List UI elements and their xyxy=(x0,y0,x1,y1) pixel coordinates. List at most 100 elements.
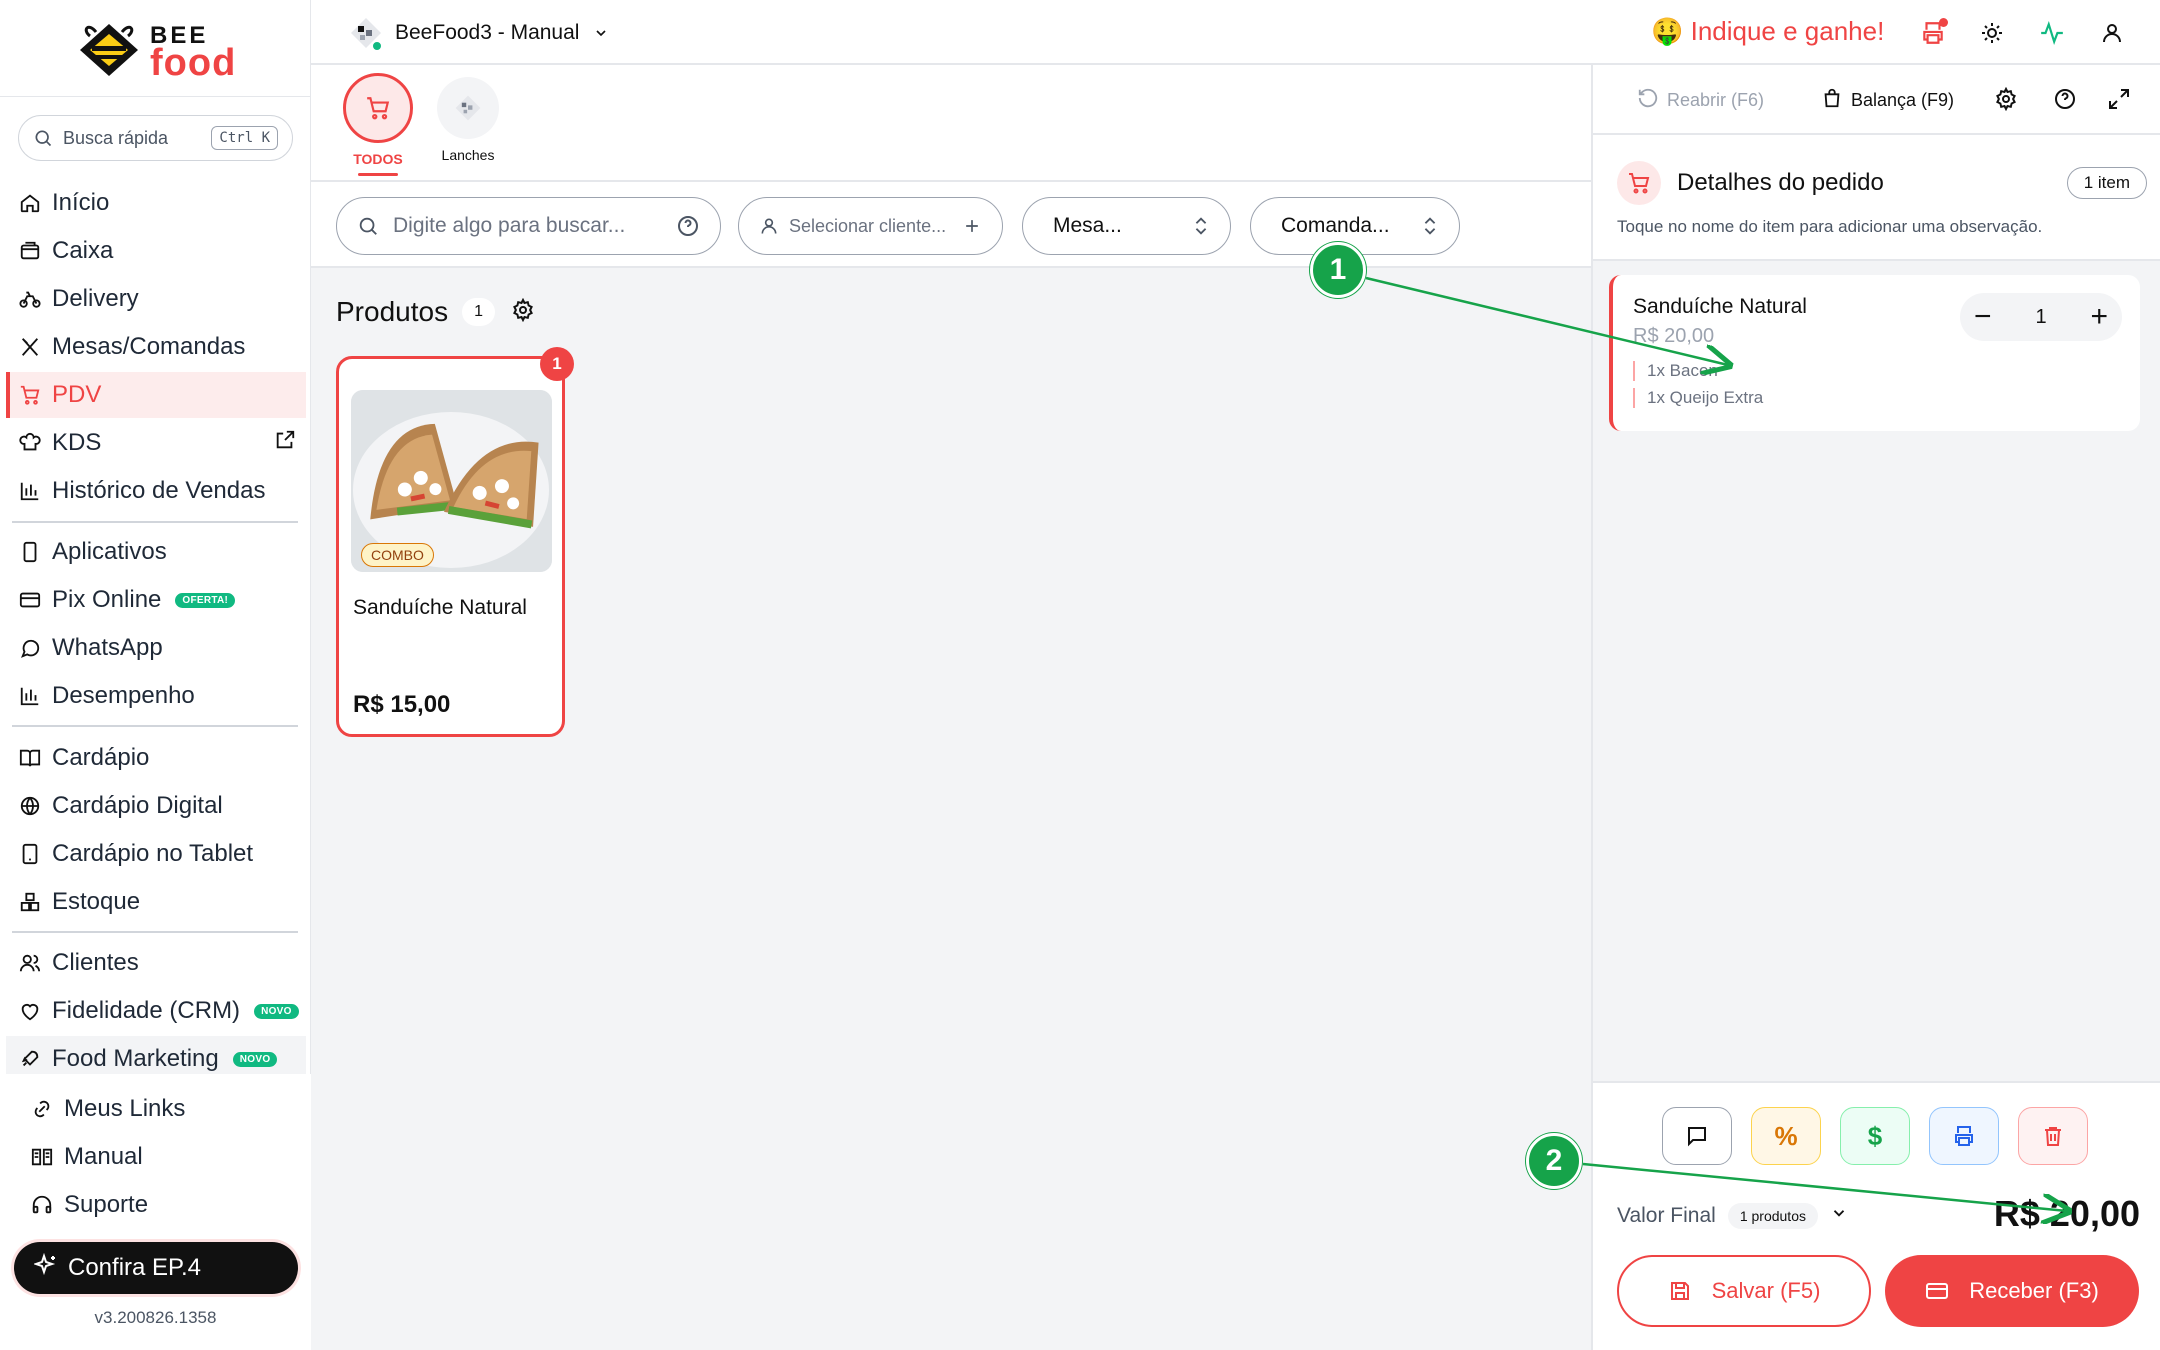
sidebar-item-desempenho[interactable]: Desempenho xyxy=(6,673,306,719)
minus-button[interactable]: − xyxy=(1974,302,1992,332)
store-logo-icon xyxy=(455,95,481,121)
sidebar-item-label: Fidelidade (CRM) xyxy=(52,997,241,1024)
referral-link[interactable]: 🤑 Indique e ganhe! xyxy=(1651,16,1884,47)
sidebar-item-caixa[interactable]: Caixa xyxy=(6,228,306,274)
sidebar-item-label: Caixa xyxy=(52,237,114,264)
sidebar-item-estoque[interactable]: Estoque xyxy=(6,879,306,925)
chevron-up-down-icon xyxy=(1424,217,1436,235)
sidebar-item-label: Histórico de Vendas xyxy=(52,477,266,504)
product-card[interactable]: 1 COMBO Sanduíche Natural R$ 15,00 xyxy=(336,347,574,737)
bike-icon xyxy=(16,285,44,313)
sidebar-item-clientes[interactable]: Clientes xyxy=(6,940,306,986)
sparkles-icon xyxy=(32,1252,58,1284)
receive-button[interactable]: Receber (F3) xyxy=(1885,1255,2139,1327)
table-selector-placeholder: Mesa... xyxy=(1053,214,1122,237)
divider xyxy=(12,931,298,933)
sidebar-item-label: Delivery xyxy=(52,285,139,312)
chevron-up-down-icon xyxy=(1195,217,1207,235)
shopping-bag-icon xyxy=(1821,87,1843,114)
product-name: Sanduíche Natural xyxy=(353,596,527,619)
gear-icon[interactable] xyxy=(1994,87,2018,111)
rocket-icon xyxy=(16,1045,44,1073)
quantity-value: 1 xyxy=(2035,305,2047,328)
order-item-name[interactable]: Sanduíche Natural xyxy=(1633,295,1807,319)
sidebar-item-manual[interactable]: Manual xyxy=(18,1134,318,1180)
print-button[interactable] xyxy=(1929,1107,1999,1165)
sidebar-item-mesas-comandas[interactable]: Mesas/Comandas xyxy=(6,324,306,370)
gear-icon[interactable] xyxy=(511,297,535,327)
sun-icon[interactable] xyxy=(1977,18,2007,48)
product-price: R$ 15,00 xyxy=(353,691,451,718)
table-selector[interactable]: Mesa... xyxy=(1022,197,1231,255)
sidebar-item-label: Cardápio xyxy=(52,744,150,771)
sidebar-item-label: Início xyxy=(52,189,110,216)
new-badge: NOVO xyxy=(254,1003,299,1019)
search-icon xyxy=(35,130,52,147)
filter-bar: Digite algo para buscar... Selecionar cl… xyxy=(311,182,1591,268)
category-icon xyxy=(343,73,413,143)
tab-selector-placeholder: Comanda... xyxy=(1281,214,1390,237)
delete-button[interactable] xyxy=(2018,1107,2088,1165)
promo-button[interactable]: Confira EP.4 xyxy=(14,1242,298,1294)
notification-dot xyxy=(1939,18,1948,27)
reopen-button[interactable]: Reabrir (F6) xyxy=(1637,87,1764,114)
order-items-list: Sanduíche Natural R$ 20,00 1x Bacon 1x Q… xyxy=(1593,261,2160,1081)
sidebar-item-kds[interactable]: KDS xyxy=(6,420,306,466)
app-version: v3.200826.1358 xyxy=(94,1308,217,1327)
plus-icon[interactable] xyxy=(962,216,982,236)
printer-icon[interactable] xyxy=(1918,18,1948,48)
search-icon xyxy=(359,217,377,235)
sidebar-item-pdv[interactable]: PDV xyxy=(6,372,306,418)
sidebar-item-delivery[interactable]: Delivery xyxy=(6,276,306,322)
category-todos[interactable]: TODOS xyxy=(333,73,423,176)
quick-search-input[interactable]: Busca rápida Ctrl K xyxy=(18,115,293,161)
help-icon[interactable] xyxy=(2053,87,2077,111)
smartphone-icon xyxy=(16,538,44,566)
chevron-down-icon[interactable] xyxy=(1830,1204,1848,1228)
sidebar-item-label: Estoque xyxy=(52,888,141,915)
sidebar-item-fidelidade-crm[interactable]: Fidelidade (CRM) NOVO xyxy=(6,988,306,1034)
annotation-marker: 2 xyxy=(1526,1133,1582,1189)
sidebar-item-whatsapp[interactable]: WhatsApp xyxy=(6,625,306,671)
client-selector[interactable]: Selecionar cliente... xyxy=(738,197,1003,255)
cart-quantity-badge: 1 xyxy=(540,347,574,381)
discount-button[interactable]: % xyxy=(1751,1107,1821,1165)
bee-logo-icon xyxy=(80,24,138,76)
sidebar-item-label: Cardápio no Tablet xyxy=(52,840,254,867)
external-link-icon[interactable] xyxy=(274,429,296,458)
online-status-dot xyxy=(371,40,383,52)
sidebar-item-meus-links[interactable]: Meus Links xyxy=(18,1086,318,1132)
scale-button[interactable]: Balança (F9) xyxy=(1821,87,1954,114)
sidebar-item-label: Clientes xyxy=(52,949,139,976)
sidebar-item-inicio[interactable]: Início xyxy=(6,180,306,226)
book-open-icon xyxy=(16,744,44,772)
sidebar-item-cardapio-tablet[interactable]: Cardápio no Tablet xyxy=(6,831,306,877)
user-icon[interactable] xyxy=(2097,18,2127,48)
sidebar-item-cardapio[interactable]: Cardápio xyxy=(6,735,306,781)
sidebar-item-cardapio-digital[interactable]: Cardápio Digital xyxy=(6,783,306,829)
order-footer: % $ Valor Final 1 produtos R$ 20,00 Salv… xyxy=(1593,1081,2160,1350)
combo-tag: COMBO xyxy=(361,543,434,567)
surcharge-button[interactable]: $ xyxy=(1840,1107,1910,1165)
trash-icon xyxy=(2045,1127,2061,1146)
category-lanches[interactable]: Lanches xyxy=(423,77,513,163)
promo-button-label: Confira EP.4 xyxy=(68,1254,201,1281)
category-icon xyxy=(437,77,499,139)
save-button[interactable]: Salvar (F5) xyxy=(1617,1255,1871,1327)
comment-button[interactable] xyxy=(1662,1107,1732,1165)
category-bar: TODOS Lanches xyxy=(311,65,1591,182)
final-value-label: Valor Final xyxy=(1617,1204,1716,1227)
tab-selector[interactable]: Comanda... xyxy=(1250,197,1460,255)
store-selector[interactable]: BeeFood3 - Manual xyxy=(349,16,609,52)
sidebar-item-aplicativos[interactable]: Aplicativos xyxy=(6,529,306,575)
beefood-logo[interactable]: BEE food xyxy=(78,20,238,84)
expand-icon[interactable] xyxy=(2107,87,2131,111)
product-search-input[interactable]: Digite algo para buscar... xyxy=(336,197,721,255)
order-item[interactable]: Sanduíche Natural R$ 20,00 1x Bacon 1x Q… xyxy=(1609,275,2140,431)
activity-icon[interactable] xyxy=(2037,18,2067,48)
sidebar-item-historico-vendas[interactable]: Histórico de Vendas xyxy=(6,468,306,514)
plus-button[interactable]: + xyxy=(2090,302,2108,332)
sidebar-item-pix-online[interactable]: Pix Online OFERTA! xyxy=(6,577,306,623)
sidebar-item-suporte[interactable]: Suporte xyxy=(18,1182,318,1228)
help-icon[interactable] xyxy=(676,214,700,238)
